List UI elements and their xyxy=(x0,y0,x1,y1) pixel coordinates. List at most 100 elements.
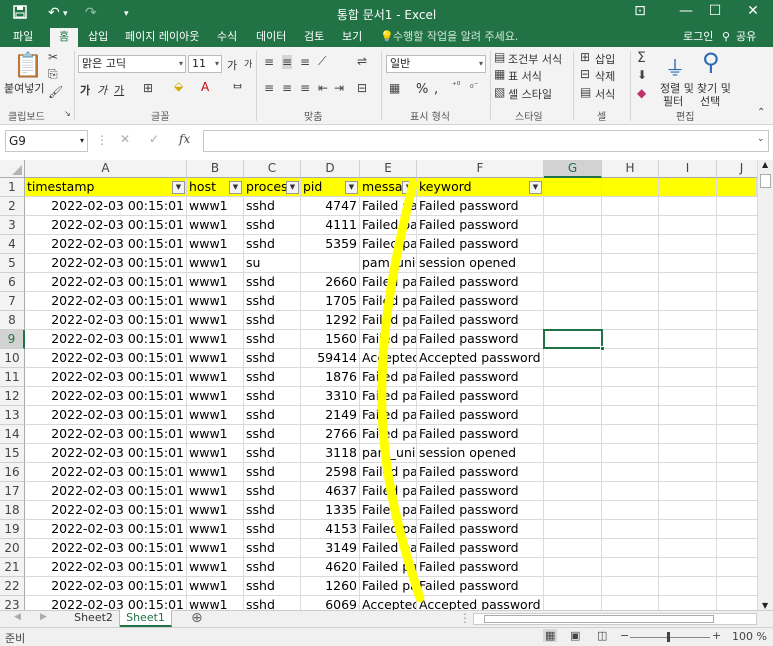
cell[interactable] xyxy=(717,558,757,577)
name-box[interactable]: G9 ▾ xyxy=(5,130,88,152)
cell[interactable] xyxy=(544,216,602,235)
cell-process[interactable]: sshd xyxy=(244,387,301,406)
row-header[interactable]: 16 xyxy=(0,463,25,482)
autosum-icon[interactable]: Σ xyxy=(637,50,646,66)
cell-keyword[interactable]: Failed password xyxy=(417,425,544,444)
fill-color-icon[interactable]: ⬙ xyxy=(174,79,183,93)
cell-timestamp[interactable]: 2022-02-03 00:15:01 xyxy=(25,577,187,596)
cell-host[interactable]: www1 xyxy=(187,387,244,406)
zoom-slider[interactable] xyxy=(630,637,710,638)
cell[interactable] xyxy=(717,216,757,235)
cell-timestamp[interactable]: 2022-02-03 00:15:01 xyxy=(25,558,187,577)
cell-keyword[interactable]: Failed password xyxy=(417,482,544,501)
row-header[interactable]: 2 xyxy=(0,197,25,216)
column-header-g[interactable]: G xyxy=(544,160,602,178)
row-header[interactable]: 11 xyxy=(0,368,25,387)
cell-keyword[interactable]: Failed password xyxy=(417,577,544,596)
scroll-down-icon[interactable]: ▼ xyxy=(762,601,768,610)
header-timestamp[interactable]: timestamp xyxy=(25,178,187,197)
increase-decimal-icon[interactable]: ⁺⁰ xyxy=(452,81,460,91)
cell-pid[interactable]: 59414 xyxy=(301,349,360,368)
cell[interactable] xyxy=(717,501,757,520)
cell[interactable] xyxy=(602,482,659,501)
cell-timestamp[interactable]: 2022-02-03 00:15:01 xyxy=(25,425,187,444)
cell[interactable] xyxy=(717,273,757,292)
cell-pid[interactable]: 1335 xyxy=(301,501,360,520)
cell-process[interactable]: sshd xyxy=(244,463,301,482)
cell[interactable] xyxy=(659,444,717,463)
filter-dropdown-icon[interactable]: ▼ xyxy=(529,181,542,194)
cell[interactable] xyxy=(717,292,757,311)
column-header-f[interactable]: F xyxy=(417,160,544,178)
cell[interactable] xyxy=(544,387,602,406)
row-header[interactable]: 9 xyxy=(0,330,25,349)
decrease-indent-icon[interactable]: ⇤ xyxy=(318,81,328,95)
next-sheet-icon[interactable]: ▶ xyxy=(40,612,47,622)
cell-keyword[interactable]: Failed password xyxy=(417,273,544,292)
row-header[interactable]: 8 xyxy=(0,311,25,330)
cell-host[interactable]: www1 xyxy=(187,444,244,463)
cell-keyword[interactable]: Failed password xyxy=(417,235,544,254)
cell[interactable] xyxy=(602,178,659,197)
cell[interactable] xyxy=(659,235,717,254)
vertical-scroll-thumb[interactable] xyxy=(760,174,771,188)
cell-host[interactable]: www1 xyxy=(187,425,244,444)
horizontal-scrollbar[interactable] xyxy=(473,613,757,625)
login-link[interactable]: 로그인 xyxy=(683,29,713,45)
cell-timestamp[interactable]: 2022-02-03 00:15:01 xyxy=(25,520,187,539)
cell[interactable] xyxy=(544,463,602,482)
cell[interactable] xyxy=(602,520,659,539)
cell-host[interactable]: www1 xyxy=(187,292,244,311)
cell[interactable] xyxy=(544,292,602,311)
format-as-table-button[interactable]: 표 서식 xyxy=(508,68,542,84)
cell-process[interactable]: sshd xyxy=(244,520,301,539)
merge-center-icon[interactable]: ⊟ xyxy=(357,81,367,95)
selected-cell[interactable] xyxy=(543,329,605,351)
cell-keyword[interactable]: Failed password xyxy=(417,501,544,520)
filter-dropdown-icon[interactable]: ▼ xyxy=(172,181,185,194)
cell-pid[interactable]: 1560 xyxy=(301,330,360,349)
cell[interactable] xyxy=(602,596,659,610)
fill-handle[interactable] xyxy=(600,346,605,351)
cell[interactable] xyxy=(717,368,757,387)
cell[interactable] xyxy=(717,311,757,330)
cell[interactable] xyxy=(659,425,717,444)
cell[interactable] xyxy=(717,330,757,349)
cell-process[interactable]: sshd xyxy=(244,311,301,330)
row-header[interactable]: 23 xyxy=(0,596,25,610)
align-right-icon[interactable]: ≡ xyxy=(300,81,310,95)
paste-icon[interactable]: 📋 xyxy=(13,51,43,79)
cell-host[interactable]: www1 xyxy=(187,463,244,482)
cell[interactable] xyxy=(602,292,659,311)
cell-pid[interactable]: 4620 xyxy=(301,558,360,577)
tab-formulas[interactable]: 수식 xyxy=(217,29,237,47)
font-color-icon[interactable]: A xyxy=(201,80,209,94)
cell-process[interactable]: sshd xyxy=(244,577,301,596)
cell[interactable] xyxy=(602,254,659,273)
cell-keyword[interactable]: session opened xyxy=(417,444,544,463)
cell[interactable] xyxy=(717,520,757,539)
cell[interactable] xyxy=(659,254,717,273)
expand-formula-bar-icon[interactable]: ⌄ xyxy=(757,134,765,144)
cell-keyword[interactable]: session opened xyxy=(417,254,544,273)
cell[interactable] xyxy=(659,387,717,406)
cell-timestamp[interactable]: 2022-02-03 00:15:01 xyxy=(25,254,187,273)
cell-keyword[interactable]: Failed password xyxy=(417,197,544,216)
cell-host[interactable]: www1 xyxy=(187,596,244,610)
cell-host[interactable]: www1 xyxy=(187,330,244,349)
cell-process[interactable]: sshd xyxy=(244,425,301,444)
conditional-formatting-icon[interactable]: ▤ xyxy=(494,50,505,64)
row-header[interactable]: 18 xyxy=(0,501,25,520)
insert-function-button[interactable]: fx xyxy=(179,132,190,146)
filter-dropdown-icon[interactable]: ▼ xyxy=(229,181,242,194)
column-header-c[interactable]: C xyxy=(244,160,301,178)
row-header[interactable]: 12 xyxy=(0,387,25,406)
tab-page-layout[interactable]: 페이지 레이아웃 xyxy=(125,29,199,47)
prev-sheet-icon[interactable]: ◀ xyxy=(14,612,21,622)
cell[interactable] xyxy=(717,539,757,558)
row-header[interactable]: 4 xyxy=(0,235,25,254)
cell-process[interactable]: sshd xyxy=(244,330,301,349)
header-keyword[interactable]: keyword xyxy=(417,178,544,197)
cell[interactable] xyxy=(544,368,602,387)
cell-timestamp[interactable]: 2022-02-03 00:15:01 xyxy=(25,596,187,610)
